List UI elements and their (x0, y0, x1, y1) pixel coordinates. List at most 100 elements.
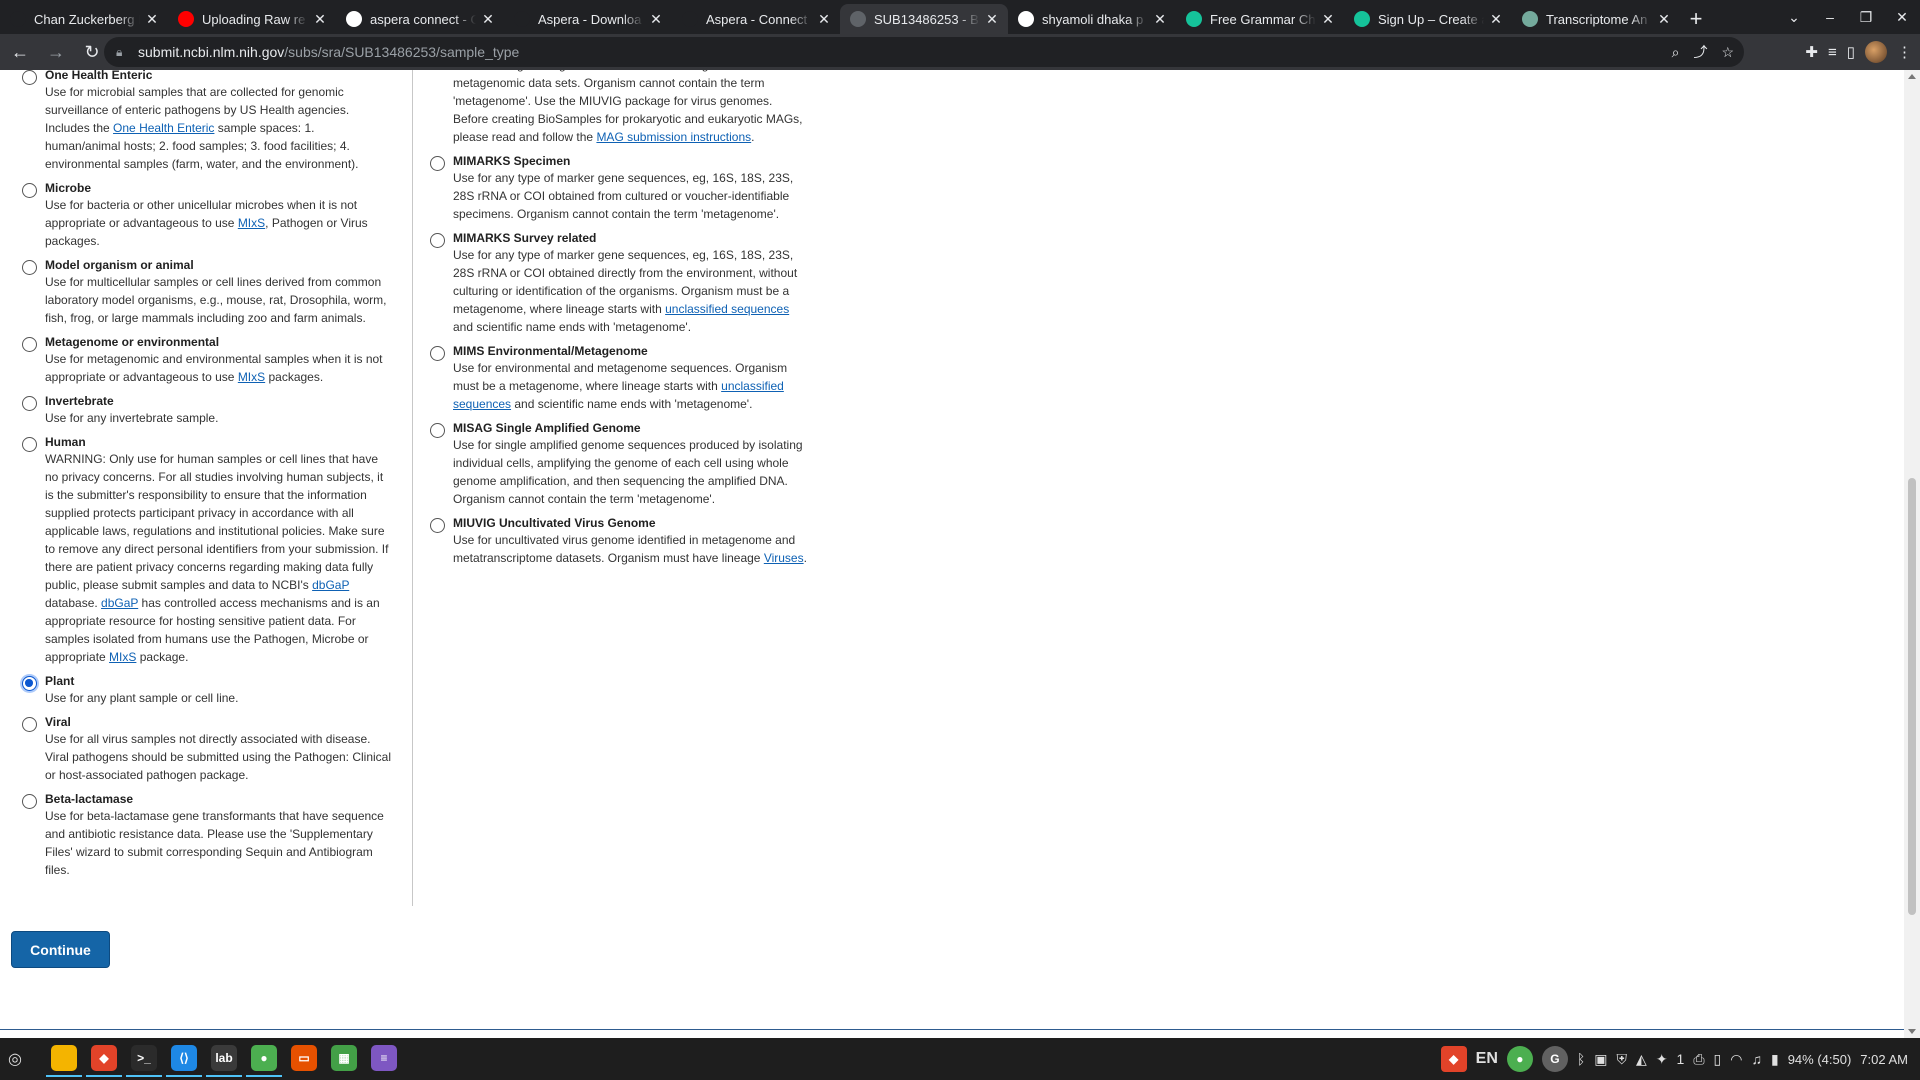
radio-button[interactable] (22, 183, 37, 198)
clock[interactable]: 7:02 AM (1860, 1052, 1908, 1067)
link-mixs[interactable]: MIxS (238, 370, 265, 384)
radio-button[interactable] (430, 518, 445, 533)
taskbar-app[interactable] (46, 1041, 82, 1077)
close-tab-icon[interactable]: ✕ (816, 11, 832, 28)
side-panel-icon[interactable]: ▯ (1847, 43, 1855, 61)
radio-button[interactable] (22, 717, 37, 732)
sample-type-option-model-organism-or-animal[interactable]: Model organism or animal Use for multicel… (20, 257, 392, 327)
scrollbar-thumb[interactable] (1908, 478, 1916, 915)
app-menu-icon[interactable]: ◎ (2, 1046, 28, 1072)
sample-type-option-viral[interactable]: Viral Use for all virus samples not direc… (20, 714, 392, 784)
battery-icon[interactable]: ▮ (1771, 1051, 1779, 1068)
kebab-menu-icon[interactable]: ⋮ (1897, 43, 1912, 61)
back-button[interactable]: ← (4, 36, 36, 68)
sample-type-option-one-health-enteric[interactable]: One Health Enteric Use for microbial samp… (20, 70, 392, 173)
continue-button[interactable]: Continue (11, 931, 110, 968)
radio-button[interactable] (22, 676, 37, 691)
device-icon[interactable]: ▯ (1714, 1051, 1722, 1068)
close-tab-icon[interactable]: ✕ (480, 11, 496, 28)
option-name[interactable]: Human (45, 434, 392, 450)
option-name[interactable]: Metagenome or environmental (45, 334, 392, 350)
radio-button[interactable] (430, 156, 445, 171)
share-icon[interactable]: ⤴ (1693, 42, 1707, 62)
option-name[interactable]: MIMARKS Specimen (453, 153, 808, 169)
sample-type-option-mimarks-specimen[interactable]: MIMARKS Specimen Use for any type of mark… (428, 153, 808, 223)
browser-tab[interactable]: Free Grammar Ch ✕ (1176, 4, 1344, 34)
taskbar-app[interactable]: ◆ (86, 1041, 122, 1077)
link-unclassified-sequences[interactable]: unclassified sequences (665, 302, 789, 316)
close-tab-icon[interactable]: ✕ (312, 11, 328, 28)
sample-type-option-miuvig-uncultivated-virus-genome[interactable]: MIUVIG Uncultivated Virus Genome Use for … (428, 515, 808, 567)
link-dbgap[interactable]: dbGaP (312, 578, 349, 592)
browser-tab[interactable]: shyamoli dhaka p ✕ (1008, 4, 1176, 34)
scroll-down-icon[interactable] (1908, 1029, 1916, 1034)
notification-icon[interactable]: ✦ (1656, 1051, 1668, 1068)
link-viruses[interactable]: Viruses (764, 551, 804, 565)
link-one-health-enteric[interactable]: One Health Enteric (113, 121, 214, 135)
forward-button[interactable]: → (40, 36, 72, 68)
git-tray-icon[interactable]: ◆ (1440, 1046, 1467, 1072)
page-scrollbar[interactable] (1904, 70, 1920, 1038)
chrome-tray-icon[interactable]: ● (1506, 1046, 1533, 1072)
sample-type-option-mims-environmental-metagenome[interactable]: MIMS Environmental/Metagenome Use for env… (428, 343, 808, 413)
media-queue-icon[interactable]: ≡ (1828, 44, 1837, 61)
link-mixs[interactable]: MIxS (238, 216, 265, 230)
minimize-icon[interactable]: – (1812, 9, 1848, 25)
option-name[interactable]: MIMS Environmental/Metagenome (453, 343, 808, 359)
grammarly-tray-icon[interactable]: G (1541, 1046, 1568, 1072)
option-name[interactable]: MIUVIG Uncultivated Virus Genome (453, 515, 808, 531)
taskbar-app[interactable]: >_ (126, 1041, 162, 1077)
wifi-icon[interactable]: ◠ (1730, 1051, 1742, 1068)
option-name[interactable]: Microbe (45, 180, 392, 196)
close-tab-icon[interactable]: ✕ (1656, 11, 1672, 28)
printer-icon[interactable]: ⎙ (1693, 1051, 1704, 1068)
lock-icon[interactable]: 🔒︎ (116, 45, 130, 60)
browser-tab[interactable]: Transcriptome An ✕ (1512, 4, 1680, 34)
close-tab-icon[interactable]: ✕ (144, 11, 160, 28)
link-mixs[interactable]: MIxS (109, 650, 136, 664)
keyboard-language[interactable]: EN (1476, 1050, 1498, 1068)
option-name[interactable]: Plant (45, 673, 392, 689)
zoom-search-icon[interactable]: ⌕ (1672, 44, 1680, 61)
radio-button[interactable] (22, 337, 37, 352)
sample-type-option-plant[interactable]: Plant Use for any plant sample or cell li… (20, 673, 392, 707)
sample-type-option-microbe[interactable]: Microbe Use for bacteria or other unicell… (20, 180, 392, 250)
close-tab-icon[interactable]: ✕ (984, 11, 1000, 28)
close-tab-icon[interactable]: ✕ (1152, 11, 1168, 28)
sample-type-option-metagenome-or-environmental[interactable]: Metagenome or environmental Use for metag… (20, 334, 392, 386)
scroll-up-icon[interactable] (1908, 74, 1916, 79)
sample-type-option-mimarks-survey-related[interactable]: MIMARKS Survey related Use for any type o… (428, 230, 808, 336)
url-text[interactable]: submit.ncbi.nlm.nih.gov/subs/sra/SUB1348… (138, 44, 519, 60)
sample-type-option-beta-lactamase[interactable]: Beta-lactamase Use for beta-lactamase gen… (20, 791, 392, 879)
close-tab-icon[interactable]: ✕ (1488, 11, 1504, 28)
close-tab-icon[interactable]: ✕ (648, 11, 664, 28)
browser-tab[interactable]: Aspera - Downloa ✕ (504, 4, 672, 34)
radio-button[interactable] (430, 346, 445, 361)
link-mag-submission-instructions[interactable]: MAG submission instructions (596, 130, 751, 144)
profile-avatar[interactable] (1865, 41, 1887, 63)
taskbar-app[interactable]: ● (246, 1041, 282, 1077)
taskbar-app[interactable]: ▦ (326, 1041, 362, 1077)
option-name[interactable]: MIMARKS Survey related (453, 230, 808, 246)
option-name[interactable]: One Health Enteric (45, 70, 392, 83)
browser-tab[interactable]: Aspera - Connect ✕ (672, 4, 840, 34)
browser-tab[interactable]: Uploading Raw re ✕ (168, 4, 336, 34)
option-name[interactable]: Beta-lactamase (45, 791, 392, 807)
sample-type-option-human[interactable]: Human WARNING: Only use for human samples… (20, 434, 392, 666)
taskbar-app[interactable]: lab (206, 1041, 242, 1077)
taskbar-app[interactable]: ⟨⟩ (166, 1041, 202, 1077)
option-name[interactable]: MISAG Single Amplified Genome (453, 420, 808, 436)
sample-type-option-invertebrate[interactable]: Invertebrate Use for any invertebrate sam… (20, 393, 392, 427)
volume-icon[interactable]: ♫ (1751, 1051, 1762, 1067)
browser-tab[interactable]: Chan Zuckerberg I ✕ (0, 4, 168, 34)
battery-status[interactable]: 94% (4:50) (1788, 1052, 1852, 1067)
vpn-icon[interactable]: ◭ (1636, 1051, 1647, 1068)
clipboard-icon[interactable]: ▣ (1594, 1051, 1607, 1068)
close-tab-icon[interactable]: ✕ (1320, 11, 1336, 28)
taskbar-app[interactable]: ▭ (286, 1041, 322, 1077)
bluetooth-icon[interactable]: ᛒ (1577, 1051, 1585, 1067)
new-tab-button[interactable]: + (1680, 4, 1712, 34)
radio-button[interactable] (430, 423, 445, 438)
address-bar[interactable]: 🔒︎ submit.ncbi.nlm.nih.gov/subs/sra/SUB1… (104, 37, 1744, 67)
extensions-puzzle-icon[interactable]: ✚ (1805, 43, 1818, 61)
